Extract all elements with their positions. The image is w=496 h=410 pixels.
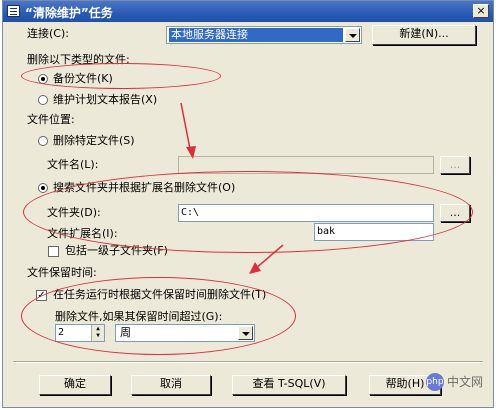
php-logo-icon: php (425, 373, 444, 391)
annotation-arrows (180, 102, 284, 274)
watermark: php 中文网 (425, 373, 483, 391)
watermark-text: 中文网 (446, 374, 483, 389)
dialog-window: “清除维护”任务 × 连接(C): 本地服务器连接 新建(N)... 删除以下类… (2, 0, 494, 408)
